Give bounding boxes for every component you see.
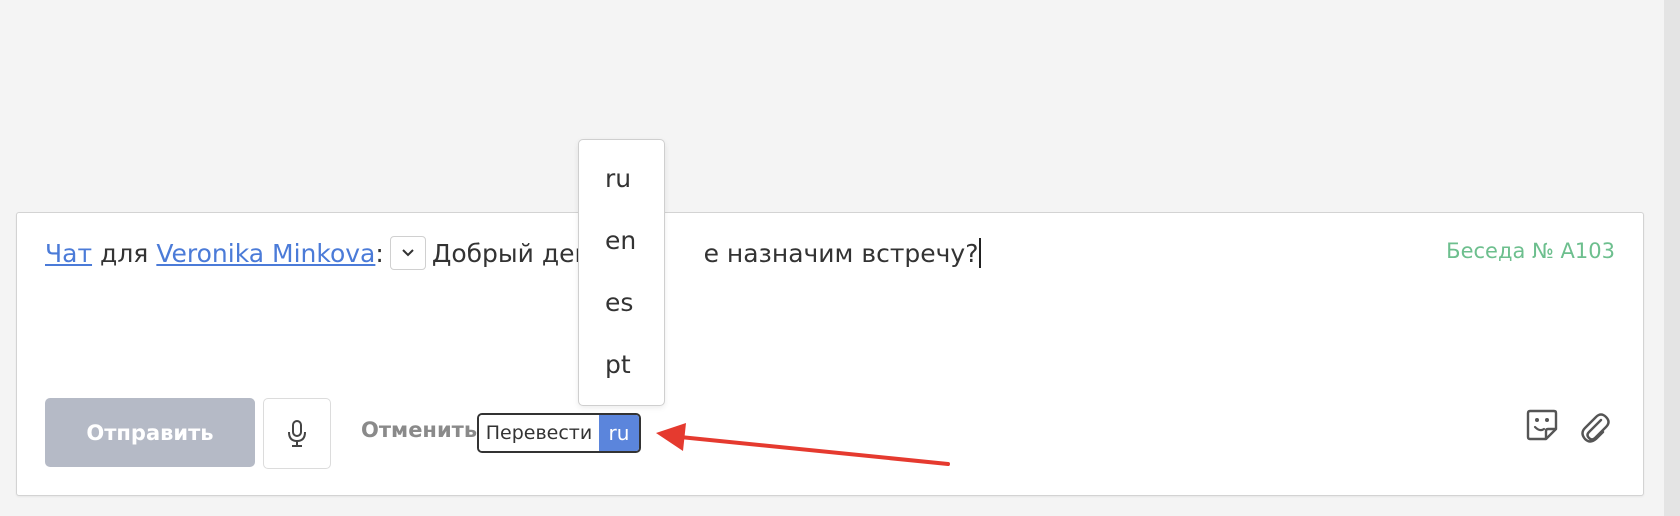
language-option-es[interactable]: es <box>605 288 633 317</box>
chat-link[interactable]: Чат <box>45 239 92 268</box>
message-line[interactable]: Чат для Veronika Minkova : Добрый день, … <box>45 233 982 273</box>
contact-link[interactable]: Veronika Minkova <box>156 239 375 268</box>
colon-separator: : <box>375 238 384 268</box>
cancel-button[interactable]: Отменить <box>361 418 477 442</box>
translate-control[interactable]: Перевести ru <box>477 413 641 453</box>
language-dropdown-menu: ru en es pt <box>578 139 665 406</box>
template-dropdown-toggle[interactable] <box>389 236 426 270</box>
conversation-number: Беседа № А103 <box>1446 239 1615 263</box>
message-composer: Чат для Veronika Minkova : Добрый день, … <box>16 212 1644 496</box>
send-button[interactable]: Отправить <box>45 398 255 467</box>
page-scrollbar-track <box>1664 0 1680 516</box>
text-cursor <box>979 238 982 268</box>
language-option-pt[interactable]: pt <box>605 350 631 379</box>
microphone-icon <box>288 419 306 447</box>
chevron-down-icon <box>402 249 414 257</box>
language-option-ru[interactable]: ru <box>605 164 631 193</box>
paperclip-icon[interactable] <box>1579 411 1611 445</box>
message-text-end: е назначим встречу? <box>703 238 979 268</box>
for-label: для <box>100 238 149 268</box>
language-option-en[interactable]: en <box>605 226 636 255</box>
sticker-icon[interactable] <box>1525 408 1559 442</box>
translate-button[interactable]: Перевести <box>479 415 599 451</box>
voice-record-button[interactable] <box>263 398 331 469</box>
translate-language-select[interactable]: ru <box>599 415 639 451</box>
